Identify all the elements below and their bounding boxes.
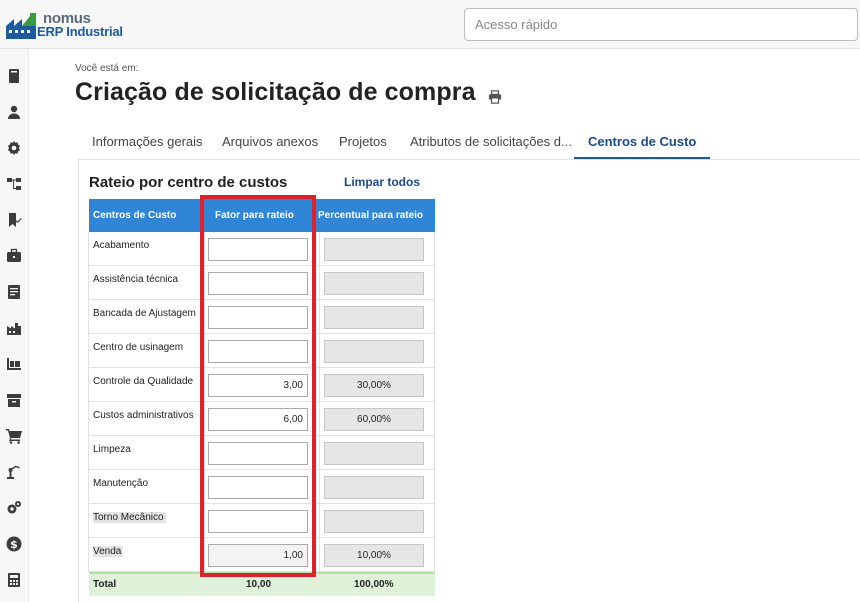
percentual-field [324, 340, 424, 363]
book-icon[interactable] [5, 67, 23, 85]
factory-logo-icon [6, 13, 36, 39]
document-icon[interactable] [5, 283, 23, 301]
top-bar: nomus ERP Industrial [0, 0, 860, 49]
print-icon[interactable] [488, 90, 502, 104]
fator-input[interactable] [208, 476, 308, 499]
cart-icon[interactable] [5, 427, 23, 445]
fator-input[interactable] [208, 340, 308, 363]
header-centros-de-custo: Centros de Custo [93, 210, 177, 221]
table-row: Centro de usinagem [89, 334, 435, 368]
percentual-field: 30,00% [324, 374, 424, 397]
total-percentual: 100,00% [354, 579, 394, 590]
table-row: Bancada de Ajustagem [89, 300, 435, 334]
breadcrumb: Você está em: [75, 63, 139, 74]
row-centro-label: Bancada de Ajustagem [93, 308, 196, 319]
archive-icon[interactable] [5, 391, 23, 409]
row-centro-label: Centro de usinagem [93, 342, 184, 353]
table-header: Centros de Custo Fator para rateio Perce… [89, 199, 435, 232]
row-centro-label: Controle da Qualidade [93, 376, 194, 387]
header-percentual-para-rateio: Percentual para rateio [318, 210, 424, 221]
fator-input[interactable] [208, 306, 308, 329]
percentual-field [324, 510, 424, 533]
row-centro-label: Custos administrativos [93, 410, 194, 421]
table-row: Assistência técnica [89, 266, 435, 300]
hierarchy-icon[interactable] [5, 175, 23, 193]
tab-atributos[interactable]: Atributos de solicitações d... [396, 126, 586, 160]
row-centro-label: Limpeza [93, 444, 131, 455]
fator-input[interactable] [208, 510, 308, 533]
briefcase-icon[interactable] [5, 247, 23, 265]
fator-input[interactable] [208, 442, 308, 465]
factory-icon[interactable] [5, 319, 23, 337]
header-fator-para-rateio: Fator para rateio [215, 210, 294, 221]
logo-subtitle: ERP Industrial [37, 24, 123, 39]
user-icon[interactable] [5, 103, 23, 121]
gear-icon[interactable] [5, 139, 23, 157]
percentual-field [324, 442, 424, 465]
percentual-field: 60,00% [324, 408, 424, 431]
row-centro-label: Assistência técnica [93, 274, 179, 285]
sidebar: $ [0, 49, 29, 602]
row-centro-label: Manutenção [93, 478, 149, 489]
section-title: Rateio por centro de custos [89, 174, 288, 191]
tab-centros-de-custo[interactable]: Centros de Custo [574, 126, 711, 160]
gears-icon[interactable] [5, 499, 23, 517]
robot-arm-icon[interactable] [5, 463, 23, 481]
fator-input[interactable] [208, 544, 308, 567]
percentual-field [324, 272, 424, 295]
dollar-icon[interactable]: $ [5, 535, 23, 553]
table-row: Controle da Qualidade 30,00% [89, 368, 435, 402]
percentual-field: 10,00% [324, 544, 424, 567]
nomus-logo[interactable]: nomus ERP Industrial [6, 10, 126, 42]
row-centro-label: Torno Mecânico [93, 512, 166, 523]
table-row: Manutenção [89, 470, 435, 504]
tab-projetos[interactable]: Projetos [325, 126, 401, 160]
table-row: Limpeza [89, 436, 435, 470]
row-centro-label: Venda [93, 546, 124, 557]
tab-informacoes-gerais[interactable]: Informações gerais [78, 126, 217, 160]
fator-input[interactable] [208, 238, 308, 261]
percentual-field [324, 306, 424, 329]
pallet-icon[interactable] [5, 355, 23, 373]
clear-all-link[interactable]: Limpar todos [344, 175, 420, 189]
table-row: Torno Mecânico [89, 504, 435, 538]
fator-input[interactable] [208, 408, 308, 431]
percentual-field [324, 476, 424, 499]
percentual-field [324, 238, 424, 261]
tab-arquivos-anexos[interactable]: Arquivos anexos [208, 126, 332, 160]
table-row: Custos administrativos 60,00% [89, 402, 435, 436]
table-row: Venda 10,00% [89, 538, 435, 572]
total-label: Total [93, 579, 117, 590]
quick-access-input[interactable] [464, 8, 858, 41]
fator-input[interactable] [208, 272, 308, 295]
total-row: Total 10,00 100,00% [89, 572, 435, 596]
bookmark-check-icon[interactable] [5, 211, 23, 229]
table-row: Acabamento [89, 232, 435, 266]
page-title: Criação de solicitação de compra [75, 78, 476, 106]
calculator-icon[interactable] [5, 571, 23, 589]
row-centro-label: Acabamento [93, 240, 150, 251]
svg-text:$: $ [10, 538, 18, 551]
total-fator: 10,00 [246, 579, 272, 590]
fator-input[interactable] [208, 374, 308, 397]
tab-bar: Informações gerais Arquivos anexos Proje… [78, 126, 860, 160]
